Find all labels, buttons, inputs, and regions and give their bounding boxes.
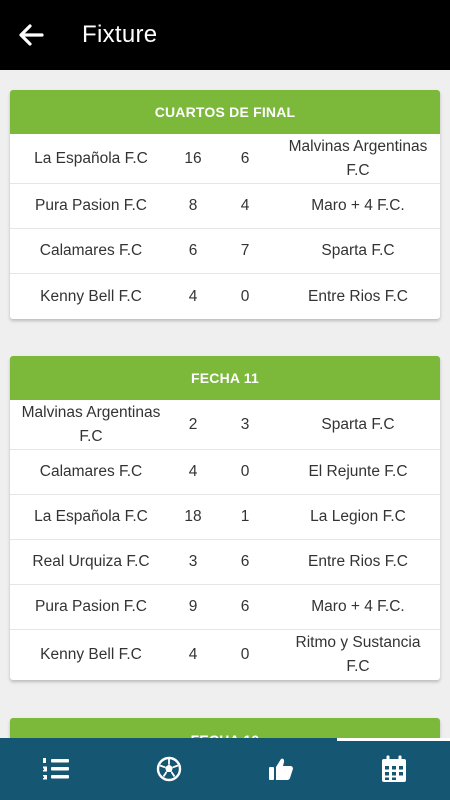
app-bar: Fixture xyxy=(0,0,450,70)
home-score: 16 xyxy=(184,149,202,167)
away-team: El Rejunte F.C xyxy=(308,463,408,480)
home-score: 3 xyxy=(188,553,198,570)
away-score: 0 xyxy=(240,287,250,305)
away-score: 4 xyxy=(240,197,250,214)
soccer-ball-icon xyxy=(156,756,181,782)
thumbs-up-icon xyxy=(269,758,294,780)
away-score: 3 xyxy=(240,415,250,433)
section-title: CUARTOS DE FINAL xyxy=(10,90,440,134)
section-card: CUARTOS DE FINAL La Española F.C 16 6 Ma… xyxy=(10,90,440,319)
list-numbered-icon xyxy=(43,758,70,780)
nav-matches-tab[interactable] xyxy=(113,738,226,800)
match-row[interactable]: Calamares F.C 6 7 Sparta F.C xyxy=(10,229,440,274)
away-team: Maro + 4 F.C. xyxy=(311,197,405,214)
home-team: Calamares F.C xyxy=(39,242,143,259)
away-team: Ritmo y Sustancia F.C xyxy=(295,634,421,675)
nav-likes-tab[interactable] xyxy=(225,738,338,800)
match-row[interactable]: Calamares F.C 4 0 El Rejunte F.C xyxy=(10,450,440,495)
section-title: FECHA 10 xyxy=(10,718,440,738)
home-team: Real Urquiza F.C xyxy=(32,553,150,570)
away-team: Entre Rios F.C xyxy=(308,287,408,305)
home-score: 8 xyxy=(188,197,198,214)
away-score: 0 xyxy=(240,646,250,663)
home-team: Pura Pasion F.C xyxy=(35,598,147,615)
home-score: 9 xyxy=(188,598,198,615)
away-team: Sparta F.C xyxy=(321,415,395,433)
away-score: 6 xyxy=(240,149,250,167)
match-row[interactable]: La Española F.C 16 6 Malvinas Argentinas… xyxy=(10,134,440,184)
home-team: La Española F.C xyxy=(34,149,148,167)
away-score: 6 xyxy=(240,598,250,615)
match-row[interactable]: Malvinas Argentinas F.C 2 3 Sparta F.C xyxy=(10,400,440,450)
section-card: FECHA 10 xyxy=(10,718,440,738)
away-score: 1 xyxy=(240,508,250,525)
home-score: 4 xyxy=(188,646,198,663)
active-tab-indicator xyxy=(337,738,450,741)
match-row[interactable]: Kenny Bell F.C 4 0 Ritmo y Sustancia F.C xyxy=(10,630,440,680)
match-row[interactable]: Pura Pasion F.C 9 6 Maro + 4 F.C. xyxy=(10,585,440,630)
home-team: Kenny Bell F.C xyxy=(40,646,142,663)
arrow-left-icon xyxy=(19,24,44,46)
away-team: Entre Rios F.C xyxy=(308,553,408,570)
away-team: Malvinas Argentinas F.C xyxy=(288,137,428,179)
section-card: FECHA 11 Malvinas Argentinas F.C 2 3 Spa… xyxy=(10,356,440,680)
home-score: 4 xyxy=(188,287,198,305)
home-score: 4 xyxy=(188,463,198,480)
away-score: 7 xyxy=(240,242,250,259)
calendar-icon xyxy=(381,755,406,782)
home-score: 18 xyxy=(184,508,202,525)
away-score: 0 xyxy=(240,463,250,480)
nav-standings-tab[interactable] xyxy=(0,738,113,800)
bottom-navigation xyxy=(0,738,450,800)
home-team: Malvinas Argentinas F.C xyxy=(21,403,161,445)
match-row[interactable]: Real Urquiza F.C 3 6 Entre Rios F.C xyxy=(10,540,440,585)
home-team: Calamares F.C xyxy=(39,463,143,480)
match-row[interactable]: Kenny Bell F.C 4 0 Entre Rios F.C xyxy=(10,274,440,319)
home-team: Pura Pasion F.C xyxy=(35,197,147,214)
away-team: Maro + 4 F.C. xyxy=(311,598,405,615)
fixture-list[interactable]: CUARTOS DE FINAL La Española F.C 16 6 Ma… xyxy=(0,70,450,738)
away-score: 6 xyxy=(240,553,250,570)
home-team: La Española F.C xyxy=(34,508,148,525)
back-button[interactable] xyxy=(0,0,62,70)
home-score: 6 xyxy=(188,242,198,259)
away-team: La Legion F.C xyxy=(310,508,406,525)
home-team: Kenny Bell F.C xyxy=(40,287,142,305)
nav-fixture-tab[interactable] xyxy=(338,738,450,800)
match-row[interactable]: Pura Pasion F.C 8 4 Maro + 4 F.C. xyxy=(10,184,440,229)
page-title: Fixture xyxy=(82,21,158,48)
section-title: FECHA 11 xyxy=(10,356,440,400)
home-score: 2 xyxy=(188,415,198,433)
away-team: Sparta F.C xyxy=(321,242,395,259)
match-row[interactable]: La Española F.C 18 1 La Legion F.C xyxy=(10,495,440,540)
